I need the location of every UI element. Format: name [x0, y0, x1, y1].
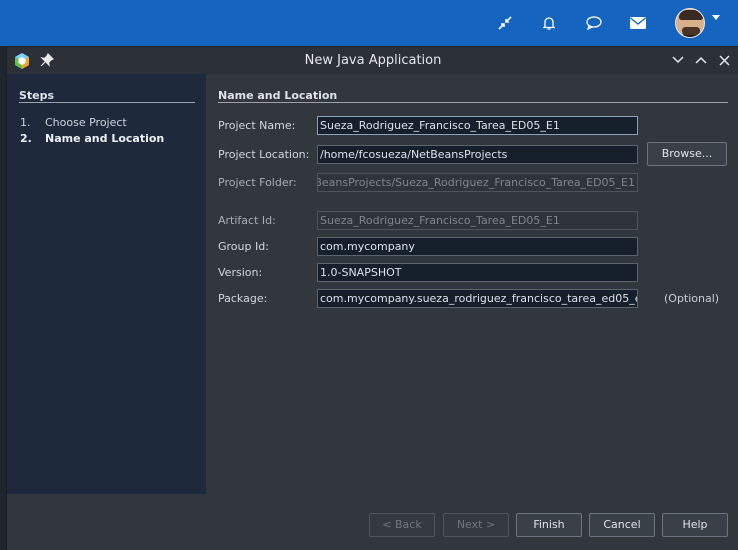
section-heading: Name and Location [218, 89, 338, 102]
browse-button[interactable]: Browse... [647, 142, 727, 166]
artifact-id-field: Sueza_Rodriguez_Francisco_Tarea_ED05_E1 [317, 211, 638, 230]
user-avatar[interactable] [675, 8, 705, 38]
name-and-location-panel: Name and Location Project Name: Sueza_Ro… [206, 74, 738, 494]
collapse-arrows-icon[interactable] [494, 12, 516, 34]
group-id-label: Group Id: [218, 240, 269, 253]
project-location-input[interactable]: /home/fcosueza/NetBeansProjects [317, 145, 638, 164]
artifact-id-label: Artifact Id: [218, 214, 276, 227]
bell-icon[interactable] [538, 12, 560, 34]
project-location-label: Project Location: [218, 148, 310, 161]
cancel-button[interactable]: Cancel [589, 513, 655, 537]
version-label: Version: [218, 266, 263, 279]
step-choose-project: 1. Choose Project [20, 116, 127, 129]
step-number: 2. [20, 132, 32, 145]
chat-bubble-icon[interactable] [583, 12, 605, 34]
project-folder-label: Project Folder: [218, 176, 297, 189]
step-label: Name and Location [45, 132, 165, 145]
chevron-down-icon[interactable] [712, 15, 720, 20]
divider [218, 102, 728, 103]
back-button[interactable]: < Back [369, 513, 435, 537]
finish-button[interactable]: Finish [516, 513, 582, 537]
dialog-titlebar: New Java Application [7, 47, 738, 74]
help-button[interactable]: Help [662, 513, 728, 537]
step-name-and-location: 2. Name and Location [20, 132, 164, 145]
version-input[interactable]: 1.0-SNAPSHOT [317, 263, 638, 282]
maximize-chevron-icon[interactable] [693, 52, 709, 68]
project-name-input[interactable]: Sueza_Rodriguez_Francisco_Tarea_ED05_E1 [317, 116, 638, 135]
step-number: 1. [20, 116, 31, 129]
close-icon[interactable] [716, 52, 732, 68]
package-input[interactable]: com.mycompany.sueza_rodriguez_francisco_… [317, 289, 638, 308]
package-label: Package: [218, 292, 268, 305]
envelope-icon[interactable] [627, 12, 649, 34]
desktop-top-bar [0, 0, 738, 46]
dialog-title: New Java Application [304, 53, 442, 68]
step-label: Choose Project [45, 116, 127, 129]
project-folder-value: NetBeansProjects/Sueza_Rodriguez_Francis… [317, 176, 635, 189]
steps-panel: Steps 1. Choose Project 2. Name and Locati… [7, 74, 206, 494]
optional-hint: (Optional) [664, 292, 720, 305]
project-folder-field: NetBeansProjects/Sueza_Rodriguez_Francis… [317, 173, 638, 192]
next-button[interactable]: Next > [443, 513, 509, 537]
new-java-application-dialog: New Java Application Steps 1. Choose Proj… [6, 47, 738, 550]
dialog-footer: < Back Next > Finish Cancel Help [7, 494, 738, 550]
project-name-label: Project Name: [218, 119, 296, 132]
group-id-input[interactable]: com.mycompany [317, 237, 638, 256]
minimize-chevron-icon[interactable] [670, 52, 686, 68]
divider [19, 102, 195, 103]
steps-heading: Steps [19, 89, 55, 102]
